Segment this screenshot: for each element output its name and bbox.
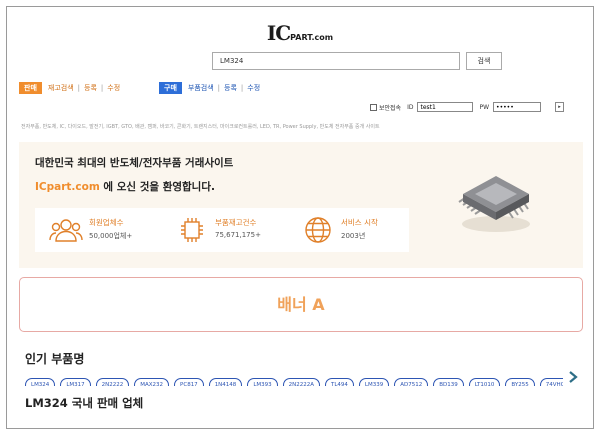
part-tag[interactable]: LM324 bbox=[25, 378, 56, 386]
popular-parts-title: 인기 부품명 bbox=[25, 352, 85, 366]
chevron-right-icon[interactable] bbox=[568, 370, 578, 384]
id-label: ID bbox=[407, 103, 414, 111]
sell-register-link[interactable]: 등록 bbox=[84, 83, 97, 93]
chip-illustration bbox=[458, 176, 530, 232]
chip-outline-icon bbox=[181, 218, 203, 242]
menu-divider: | bbox=[100, 84, 104, 92]
menu-divider: | bbox=[217, 84, 221, 92]
part-tag[interactable]: LM317 bbox=[60, 378, 91, 386]
menu-divider: | bbox=[240, 84, 244, 92]
brand-link[interactable]: ICpart.com bbox=[35, 181, 100, 193]
stats-box: 회원업체수 50,000업체+ 부품재고건수 75,671,175+ 서비스 시… bbox=[35, 208, 409, 252]
menu-divider: | bbox=[77, 84, 81, 92]
welcome-headline: 대한민국 최대의 반도체/전자부품 거래사이트 bbox=[35, 157, 234, 169]
buy-menu: 구매 부품검색 | 등록 | 수정 bbox=[159, 82, 260, 94]
part-tag[interactable]: AD7512 bbox=[394, 378, 429, 386]
stat-since-title: 서비스 시작 bbox=[341, 218, 378, 227]
buy-part-search-link[interactable]: 부품검색 bbox=[188, 83, 214, 93]
sell-menu: 판매 재고검색 | 등록 | 수정 bbox=[19, 82, 120, 94]
members-icon bbox=[49, 219, 83, 242]
part-tag[interactable]: 2N2222A bbox=[282, 378, 320, 386]
login-bar: 보안접속 ID PW ▸ bbox=[370, 101, 565, 113]
part-tag[interactable]: BD139 bbox=[433, 378, 464, 386]
welcome-subline: ICpart.com 에 오신 것을 환영합니다. bbox=[35, 179, 215, 194]
banner-a[interactable]: 배너 A bbox=[19, 277, 583, 332]
login-button[interactable]: ▸ bbox=[555, 102, 565, 112]
buy-edit-link[interactable]: 수정 bbox=[247, 83, 260, 93]
stat-stock-title: 부품재고건수 bbox=[215, 218, 257, 227]
logo-wordmark: PART.com bbox=[290, 33, 334, 42]
sell-edit-link[interactable]: 수정 bbox=[107, 83, 120, 93]
security-checkbox[interactable] bbox=[370, 103, 377, 111]
part-tag[interactable]: TL494 bbox=[325, 378, 354, 386]
part-tag[interactable]: LM339 bbox=[358, 378, 390, 386]
popular-parts-list: LM324 LM317 2N2222 MAX232 PC817 1N4148 LM393 2N… bbox=[25, 371, 563, 386]
welcome-subline-text: 에 오신 것을 환영합니다. bbox=[99, 181, 215, 193]
page-frame: ICPART.com 검색 판매 재고검색 | 등록 | 수정 구매 부품검색 … bbox=[6, 6, 594, 429]
category-keywords: 전자부품, 반도체, IC, 다이오드, 발전기, IGBT, GTO, 배관,… bbox=[21, 124, 380, 130]
security-label: 보안접속 bbox=[379, 104, 402, 112]
stat-members-title: 회원업체수 bbox=[89, 218, 124, 227]
id-field[interactable] bbox=[417, 102, 474, 112]
part-tag[interactable]: PC817 bbox=[174, 378, 204, 386]
sell-stock-search-link[interactable]: 재고검색 bbox=[48, 83, 74, 93]
part-tag[interactable]: 2N2222 bbox=[95, 378, 130, 386]
stat-members-value: 50,000업체+ bbox=[89, 232, 133, 240]
part-tag[interactable]: BY255 bbox=[505, 378, 535, 386]
search-input[interactable] bbox=[212, 52, 460, 70]
search-button[interactable]: 검색 bbox=[466, 52, 502, 70]
password-field[interactable] bbox=[493, 102, 542, 112]
globe-icon bbox=[305, 217, 331, 243]
stat-stock-value: 75,671,175+ bbox=[215, 231, 261, 239]
part-tag[interactable]: MAX232 bbox=[134, 378, 170, 386]
stat-since-value: 2003년 bbox=[341, 232, 366, 240]
part-tag[interactable]: 74VHC bbox=[539, 378, 563, 386]
part-tag[interactable]: 1N4148 bbox=[208, 378, 243, 386]
pw-label: PW bbox=[479, 103, 490, 111]
sellers-section-title: LM324 국내 판매 업체 bbox=[25, 396, 144, 410]
site-logo[interactable]: ICPART.com bbox=[7, 21, 593, 45]
welcome-panel: 대한민국 최대의 반도체/전자부품 거래사이트 ICpart.com 에 오신 … bbox=[19, 142, 583, 268]
buy-tag[interactable]: 구매 bbox=[159, 82, 182, 94]
part-tag[interactable]: LT1010 bbox=[468, 378, 501, 386]
part-tag[interactable]: LM393 bbox=[247, 378, 278, 386]
logo-mark: IC bbox=[266, 21, 291, 45]
buy-register-link[interactable]: 등록 bbox=[224, 83, 237, 93]
sell-tag[interactable]: 판매 bbox=[19, 82, 42, 94]
